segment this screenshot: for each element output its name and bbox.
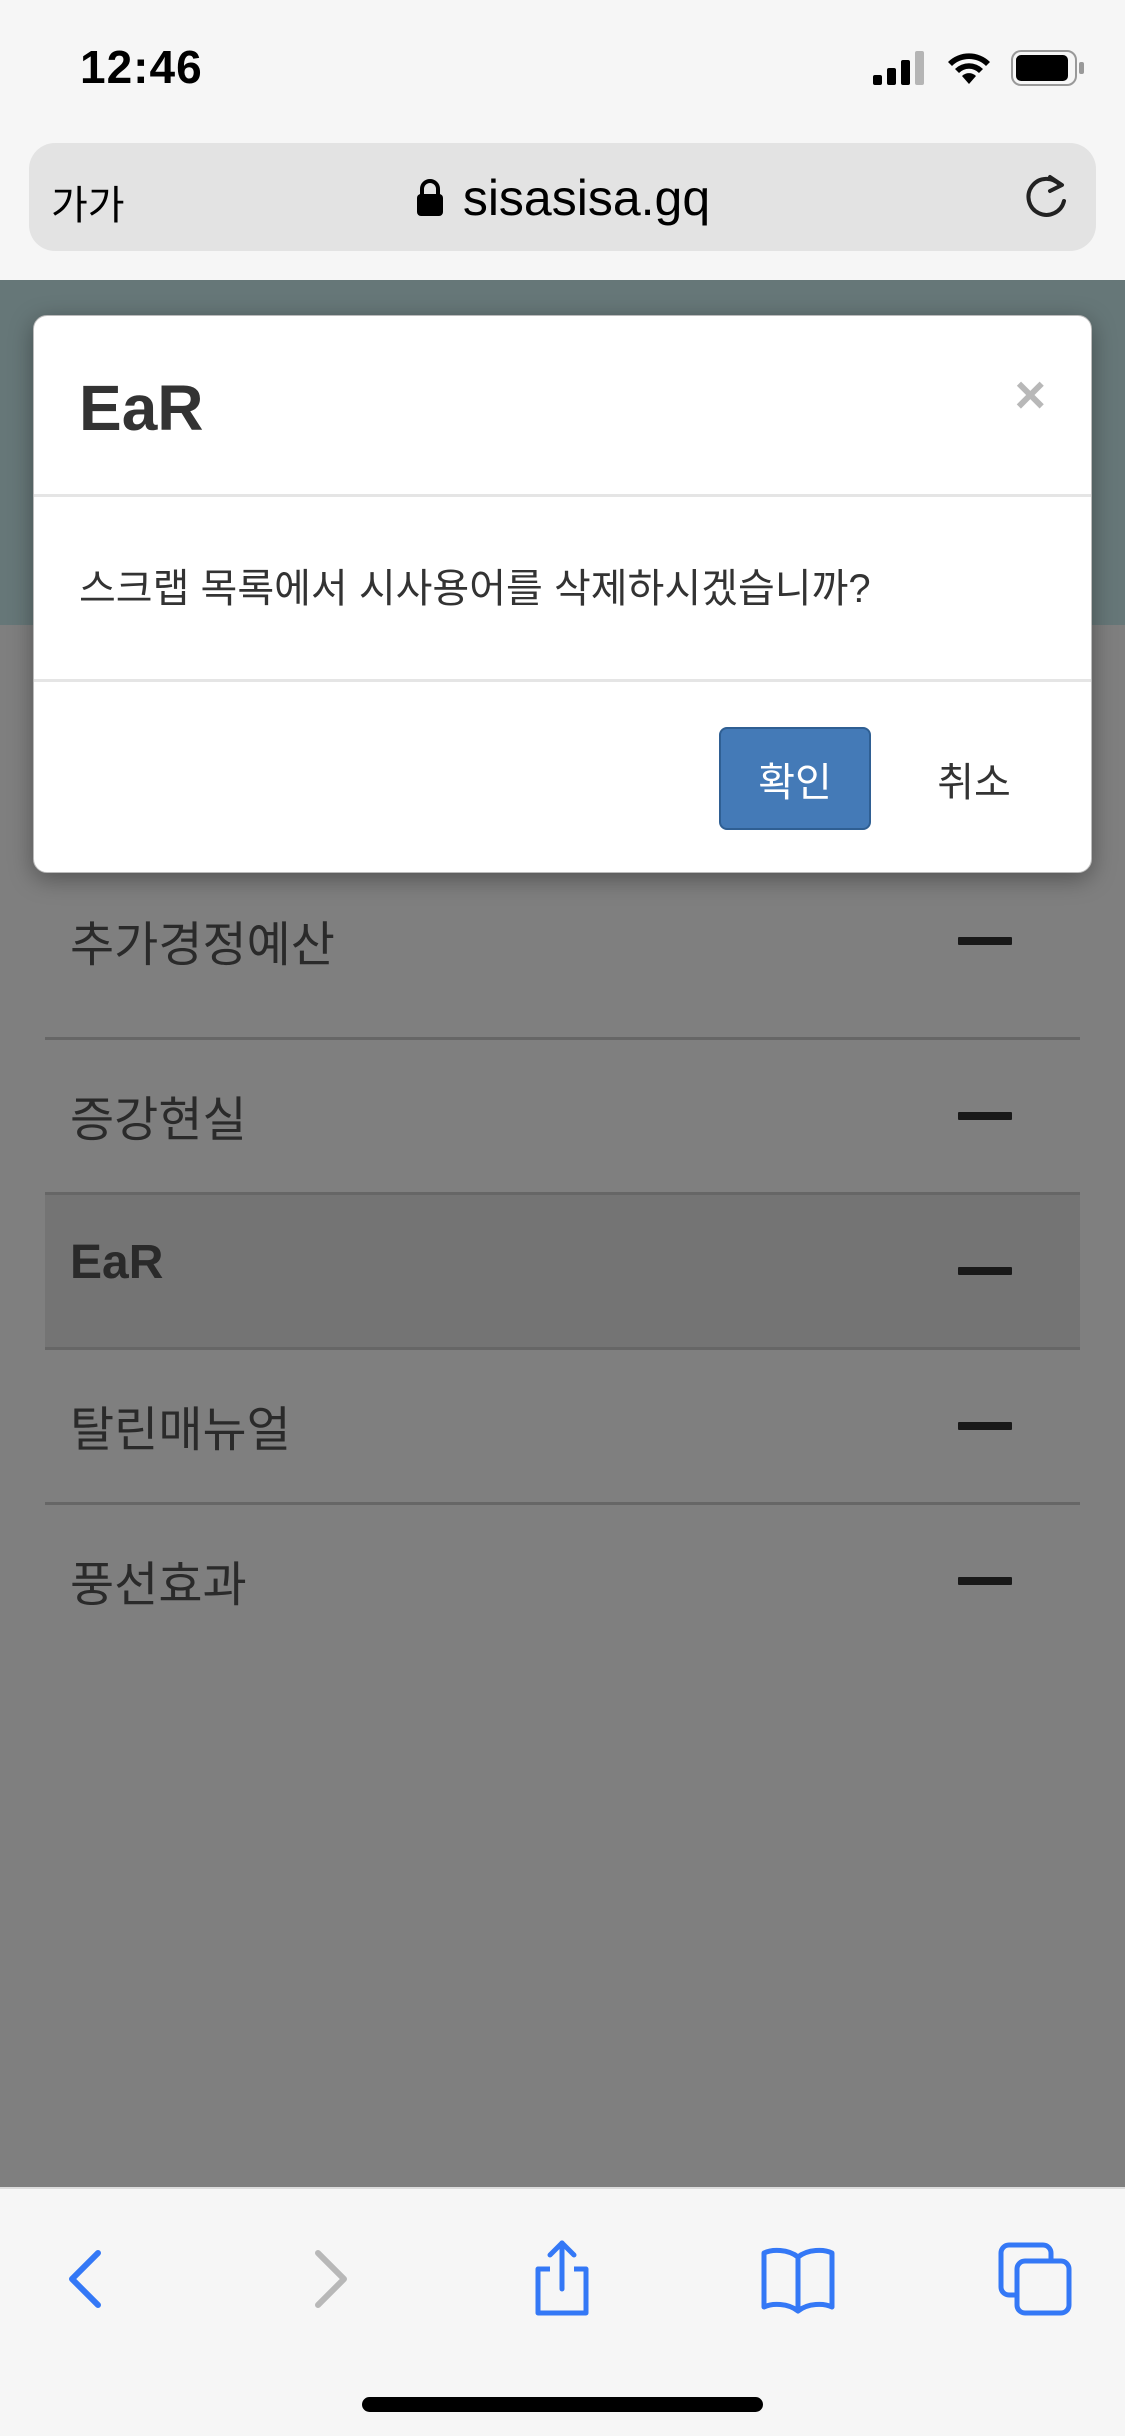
lock-icon <box>416 179 443 216</box>
url-field[interactable]: sisasisa.gq <box>29 169 1096 227</box>
tabs-icon[interactable] <box>995 2239 1075 2319</box>
modal-message: 스크랩 목록에서 시사용어를 삭제하시겠습니까? <box>79 567 871 611</box>
reload-icon[interactable] <box>1020 171 1072 223</box>
modal-header: EaR × <box>34 316 1091 497</box>
status-bar: 12:46 <box>0 0 1125 140</box>
status-time: 12:46 <box>80 41 203 93</box>
url-text: sisasisa.gq <box>462 170 711 226</box>
wifi-icon <box>948 53 990 84</box>
confirm-button[interactable]: 확인 <box>719 727 871 830</box>
status-icons <box>873 48 1085 88</box>
address-bar[interactable]: 가가 sisasisa.gq <box>29 143 1096 251</box>
modal-title: EaR <box>79 372 204 444</box>
confirm-dialog: EaR × 스크랩 목록에서 시사용어를 삭제하시겠습니까? 확인 취소 <box>33 315 1092 873</box>
battery-icon <box>1011 50 1084 86</box>
back-icon[interactable] <box>48 2239 128 2319</box>
modal-footer: 확인 취소 <box>34 685 1091 874</box>
close-icon[interactable]: × <box>1014 368 1046 422</box>
share-icon[interactable] <box>522 2239 602 2319</box>
cancel-button[interactable]: 취소 <box>914 727 1034 830</box>
signal-icon <box>873 51 924 85</box>
home-indicator <box>362 2397 763 2412</box>
forward-icon[interactable] <box>288 2239 368 2319</box>
modal-body: 스크랩 목록에서 시사용어를 삭제하시겠습니까? <box>34 500 1091 682</box>
bookmarks-icon[interactable] <box>758 2239 838 2319</box>
